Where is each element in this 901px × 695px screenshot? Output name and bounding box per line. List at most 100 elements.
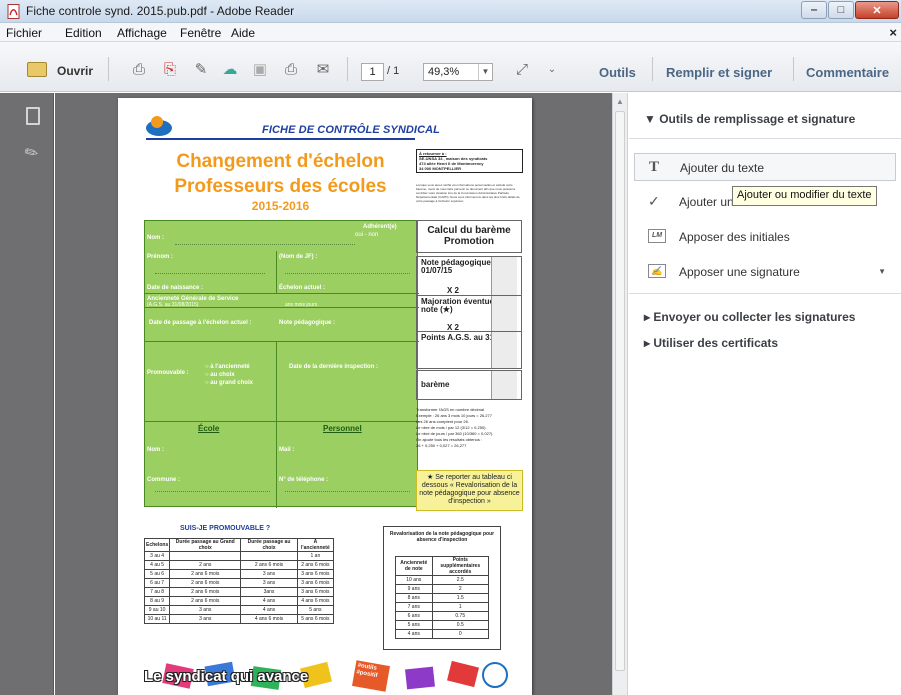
- promo-title: SUIS-JE PROMOUVABLE ?: [180, 525, 271, 532]
- tab-commentaire[interactable]: Commentaire: [806, 65, 889, 80]
- edit-pdf-icon[interactable]: ✎: [191, 61, 211, 79]
- export-pdf-icon[interactable]: ⎘: [160, 61, 180, 79]
- table-cell: 2 ans 6 mois: [169, 578, 242, 588]
- table-row: 5 ans 0.5: [395, 620, 490, 630]
- upload-cloud-icon[interactable]: ☁: [220, 61, 240, 79]
- menu-fichier[interactable]: Fichier: [6, 26, 42, 40]
- table-row: 9 au 10 3 ans 4 ans 5 ans: [143, 605, 335, 615]
- toolbar-separator: [652, 57, 653, 81]
- minimize-button[interactable]: ‒: [801, 1, 827, 19]
- doc-header: FICHE DE CONTRÔLE SYNDICAL: [262, 124, 440, 136]
- footer-logo: [482, 662, 508, 688]
- panel-section-send-signatures-label: Envoyer ou collecter les signatures: [653, 310, 856, 324]
- table-cell: 3 ans: [240, 569, 298, 579]
- tab-outils[interactable]: Outils: [599, 65, 636, 80]
- yellow-note-box: ★ Se reporter au tableau ci dessous « Re…: [416, 470, 523, 511]
- table-row: 8 au 92 ans 6 mois 4 ans 4 ans 6 mois: [143, 596, 335, 606]
- table-cell: 2 ans 6 mois: [240, 560, 298, 570]
- table-cell: 0.5: [431, 620, 490, 630]
- page-thumbnails-icon[interactable]: [26, 107, 40, 125]
- ags-conversion-notes: Transformer l'AGS en nombre décimal Exem…: [416, 407, 523, 449]
- pdf-file-icon: [7, 4, 20, 19]
- table-cell: 9 au 10: [143, 605, 171, 615]
- table-cell: 2 ans 6 mois: [169, 596, 242, 606]
- close-document-icon[interactable]: ×: [889, 25, 897, 40]
- calc-row-bareme: barème: [416, 370, 522, 400]
- calc-bareme-value: [491, 371, 517, 399]
- panel-divider: [629, 293, 901, 294]
- header-rule: [146, 138, 415, 140]
- menu-fenetre[interactable]: Fenêtre: [180, 26, 221, 40]
- toolbar-separator: [347, 57, 348, 81]
- table-cell: 6 ans: [395, 611, 433, 621]
- field-ags-sub: (A.G.S. au 31/08/2015): [147, 302, 199, 308]
- panel-section-send-signatures[interactable]: ▸ Envoyer ou collecter les signatures: [644, 310, 855, 324]
- scroll-up-icon[interactable]: ▲: [616, 97, 624, 106]
- table-cell: 1 an: [296, 551, 335, 561]
- table-cell: 2: [431, 584, 490, 594]
- page-number-input[interactable]: 1: [361, 63, 384, 81]
- panel-section-fill-sign[interactable]: ▼ Outils de remplissage et signature: [644, 112, 855, 126]
- table-cell: 5 ans 6 mois: [296, 614, 335, 624]
- create-pdf-icon[interactable]: ⎙: [129, 61, 149, 79]
- panel-item-add-text[interactable]: T Ajouter du texte: [634, 153, 896, 181]
- chevron-down-icon[interactable]: ▼: [478, 64, 492, 80]
- table-cell: 5 ans: [296, 605, 335, 615]
- panel-section-certificates[interactable]: ▸ Utiliser des certificats: [644, 336, 778, 350]
- close-window-button[interactable]: ✕: [855, 1, 899, 19]
- panel-item-signature[interactable]: ✍ Apposer une signature ▼: [634, 259, 896, 283]
- open-folder-icon[interactable]: [27, 62, 47, 77]
- option-anciennete[interactable]: ○ à l'ancienneté: [205, 364, 250, 370]
- document-scrollbar[interactable]: ▲: [612, 93, 628, 695]
- note-line: 26 + 0,250 + 0,027 = 26,277: [416, 443, 467, 448]
- maximize-button[interactable]: □: [828, 1, 854, 19]
- table-cell: 8 ans: [395, 593, 433, 603]
- tab-remplir-et-signer[interactable]: Remplir et signer: [666, 65, 772, 80]
- field-mail-label: Mail :: [279, 447, 295, 453]
- menu-edition[interactable]: Edition: [65, 26, 102, 40]
- calc-note-value: [491, 257, 517, 295]
- table-cell: 2 ans 6 mois: [169, 587, 242, 597]
- signature-label: Apposer une signature: [679, 265, 800, 279]
- zoom-select[interactable]: 49,3% ▼: [423, 63, 493, 81]
- attachments-paperclip-icon[interactable]: ✎: [21, 141, 43, 165]
- add-text-label: Ajouter du texte: [680, 161, 765, 175]
- email-icon[interactable]: ✉: [313, 61, 333, 79]
- menu-affichage[interactable]: Affichage: [117, 26, 167, 40]
- adobe-reader-window: Fiche controle synd. 2015.pub.pdf - Adob…: [0, 0, 901, 695]
- return-line-3: 34 000 MONTPELLIER: [419, 166, 462, 171]
- table-cell: 3 ans 6 mois: [296, 587, 335, 597]
- table-cell: 9 ans: [395, 584, 433, 594]
- save-icon[interactable]: ▣: [250, 61, 270, 79]
- scrollbar-thumb[interactable]: [615, 111, 625, 671]
- reval-table-body: 10 ans 2.5 9 ans 2 8 ans 1.5 7 ans 1 6 ans 0.75 5 …: [395, 575, 490, 639]
- table-cell: 1: [431, 602, 490, 612]
- se-unsa-logo-dot: [151, 116, 163, 128]
- toolbar-overflow-icon[interactable]: ⌄: [542, 61, 562, 79]
- reval-header-cell: Ancienneté de note: [395, 556, 433, 576]
- table-cell: 7 au 8: [143, 587, 171, 597]
- table-cell: 2 ans 6 mois: [169, 569, 242, 579]
- table-row: 4 au 52 ans 2 ans 6 mois 2 ans 6 mois: [143, 560, 335, 570]
- fill-line: [175, 244, 355, 245]
- table-cell: 7 ans: [395, 602, 433, 612]
- title-bar: Fiche controle synd. 2015.pub.pdf - Adob…: [0, 0, 901, 23]
- promo-table-header: Echelons Durée passage au Grand choix Duré…: [143, 538, 335, 552]
- menu-aide[interactable]: Aide: [231, 26, 255, 40]
- chevron-down-icon[interactable]: ▼: [878, 267, 886, 276]
- panel-item-initials[interactable]: LM Apposer des initiales: [634, 224, 896, 248]
- fill-line: [285, 273, 410, 274]
- table-row: 10 ans 2.5: [395, 575, 490, 585]
- print-icon[interactable]: ⎙: [281, 61, 301, 79]
- footer-shape: [405, 666, 435, 690]
- table-cell: 4 ans: [240, 596, 298, 606]
- option-grand-choix[interactable]: ○ au grand choix: [205, 380, 253, 386]
- fill-line: [155, 273, 265, 274]
- reval-table: Ancienneté de note Points supplémentaires…: [395, 556, 490, 639]
- doc-title-2: Professeurs des écoles: [174, 176, 387, 197]
- fullscreen-icon[interactable]: ⤢: [512, 61, 532, 79]
- calc-row-ags: Points A.G.S. au 31/08/15: [416, 331, 522, 369]
- option-choix[interactable]: ○ au choix: [205, 372, 235, 378]
- table-cell: 4 au 5: [143, 560, 171, 570]
- open-button[interactable]: Ouvrir: [57, 64, 93, 78]
